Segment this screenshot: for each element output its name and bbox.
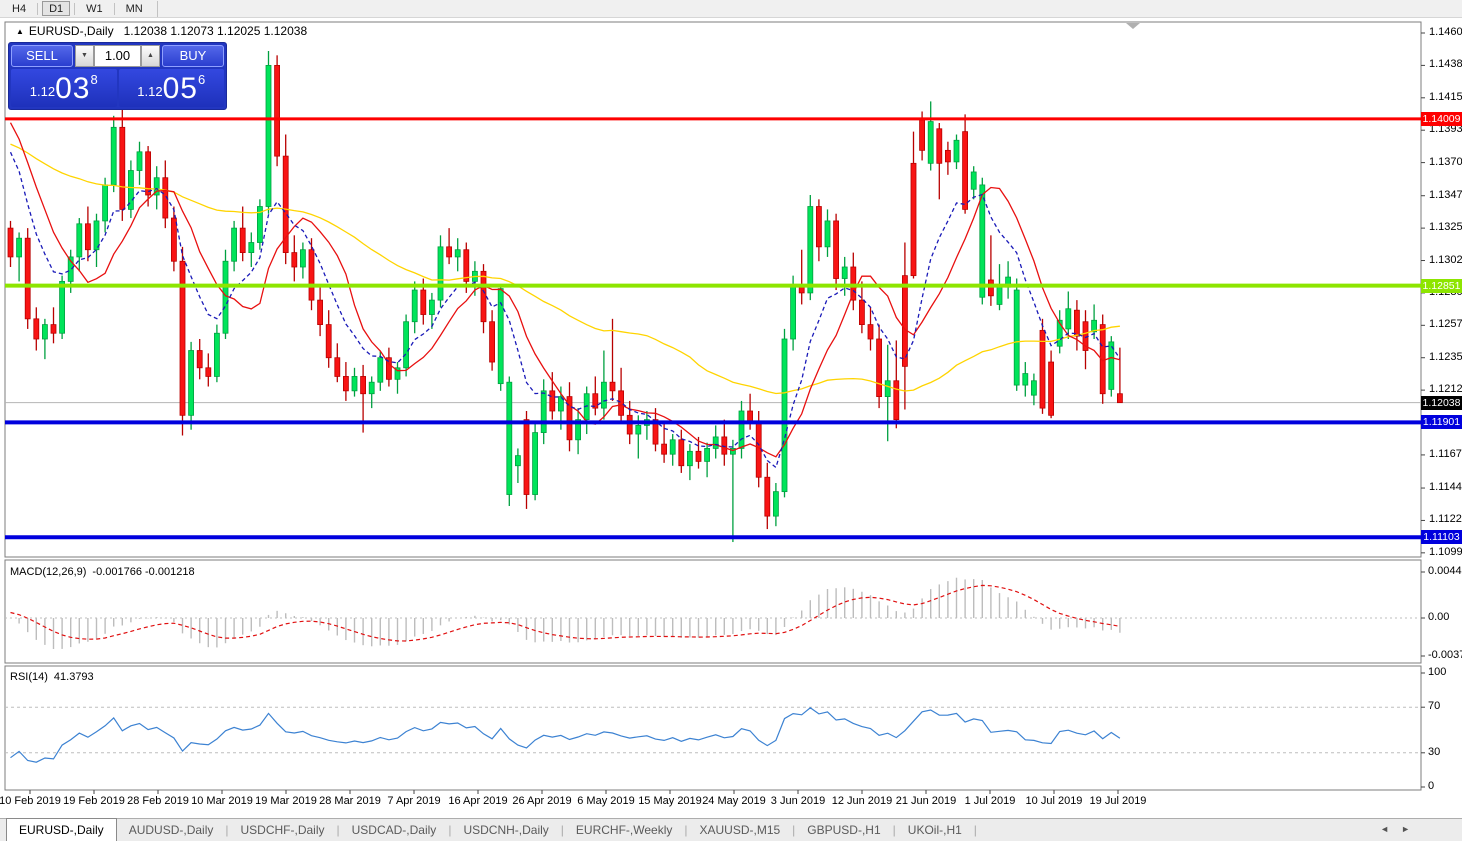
chart-ohlc-values: 1.12038 1.12073 1.12025 1.12038 [123, 24, 308, 38]
chart-tab-4[interactable]: USDCAD-,Daily [340, 820, 449, 841]
macd-axis-label: 0.00 [1428, 611, 1450, 623]
chart-tab-8[interactable]: GBPUSD-,H1 [795, 820, 892, 841]
macd-axis-label: -0.003715 [1428, 649, 1462, 661]
price-tick-label: 1.14605 [1429, 26, 1462, 38]
sell-price-prefix: 1.12 [29, 84, 56, 99]
sell-price-sup: 8 [90, 72, 98, 87]
chart-tab-bar: EURUSD-,Daily AUDUSD-,Daily | USDCHF-,Daily… [0, 818, 1462, 841]
buy-button[interactable]: BUY [162, 45, 224, 67]
rsi-plot [5, 706, 1421, 763]
price-tick-label: 1.11675 [1429, 447, 1462, 460]
price-badge: 1.12038 [1421, 395, 1462, 410]
price-tick-label: 1.12575 [1429, 318, 1462, 331]
tab-scroll-arrows[interactable]: ◄► [1380, 824, 1422, 834]
chart-tab-2[interactable]: AUDUSD-,Daily [117, 820, 226, 841]
trading-terminal-window: H4 D1 W1 MN ▲ EURUSD-,Daily 1.12038 1.12073 1… [0, 0, 1462, 841]
volume-input[interactable]: 1.00 [94, 45, 141, 67]
scroll-left-icon[interactable]: ◄ [1380, 824, 1401, 834]
rsi-label: RSI(14) 41.3793 [10, 671, 94, 683]
scroll-right-icon[interactable]: ► [1401, 824, 1422, 834]
rsi-line [10, 707, 1121, 763]
price-tick-label: 1.11220 [1429, 513, 1462, 526]
date-label: 19 Jul 2019 [1089, 795, 1147, 807]
one-click-trading-panel: SELL ▼ 1.00 ▲ BUY 1.12038 1.12056 [8, 42, 227, 110]
price-badge: 1.12851 [1421, 278, 1462, 293]
chart-tab-9[interactable]: UKOil-,H1 [896, 820, 974, 841]
volume-increase-button[interactable]: ▲ [141, 45, 160, 67]
price-tick-label: 1.13475 [1429, 188, 1462, 201]
price-tick-label: 1.12125 [1429, 383, 1462, 396]
rsi-axis-label: 70 [1428, 700, 1441, 713]
price-tick-label: 1.10995 [1429, 545, 1462, 558]
ma-slow-line [10, 143, 1120, 395]
ma-mid-line [9, 122, 1121, 458]
buy-price-display[interactable]: 1.12056 [118, 69, 224, 107]
chart-tab-6[interactable]: EURCHF-,Weekly [564, 820, 684, 841]
rsi-axis-label: 0 [1428, 780, 1435, 792]
chart-tab-1[interactable]: EURUSD-,Daily [6, 818, 117, 841]
price-tick-label: 1.14155 [1429, 90, 1462, 103]
chart-canvas[interactable] [0, 0, 1462, 841]
price-tick-label: 1.11445 [1429, 481, 1462, 494]
chart-symbol-label: EURUSD-,Daily [28, 24, 114, 38]
chart-title: ▲ EURUSD-,Daily 1.12038 1.12073 1.12025 1.… [16, 24, 307, 38]
collapse-icon[interactable]: ▲ [16, 27, 24, 36]
scroll-to-end-marker[interactable] [1126, 23, 1140, 29]
chart-tab-7[interactable]: XAUUSD-,M15 [687, 820, 792, 841]
macd-plot [5, 577, 1421, 649]
volume-decrease-button[interactable]: ▼ [75, 45, 94, 67]
macd-signal-line [10, 584, 1121, 642]
price-tick-label: 1.14380 [1429, 58, 1462, 71]
macd-label: MACD(12,26,9) -0.001766 -0.001218 [10, 566, 195, 578]
rsi-axis-label: 30 [1428, 745, 1441, 758]
chart-tab-3[interactable]: USDCHF-,Daily [229, 820, 337, 841]
price-tick-label: 1.13025 [1429, 253, 1462, 266]
main-chart-plot [5, 51, 1421, 543]
price-badge: 1.14009 [1421, 111, 1462, 126]
buy-price-prefix: 1.12 [137, 84, 163, 99]
tab-divider: | [973, 823, 977, 837]
buy-price-big: 05 [162, 72, 198, 105]
sell-price-big: 03 [55, 72, 91, 105]
macd-axis-label: 0.004465 [1428, 565, 1462, 577]
candles-layer [7, 51, 1123, 543]
buy-price-sup: 6 [197, 72, 206, 87]
price-tick-label: 1.12350 [1429, 350, 1462, 363]
chart-tab-5[interactable]: USDCNH-,Daily [451, 820, 560, 841]
sell-button[interactable]: SELL [11, 45, 73, 67]
price-tick-label: 1.13705 [1429, 155, 1462, 168]
price-badge: 1.11103 [1421, 530, 1462, 545]
sell-price-display[interactable]: 1.12038 [11, 69, 117, 107]
price-tick-label: 1.13250 [1429, 221, 1462, 234]
price-badge: 1.11901 [1421, 415, 1462, 430]
rsi-axis-label: 100 [1428, 666, 1447, 678]
